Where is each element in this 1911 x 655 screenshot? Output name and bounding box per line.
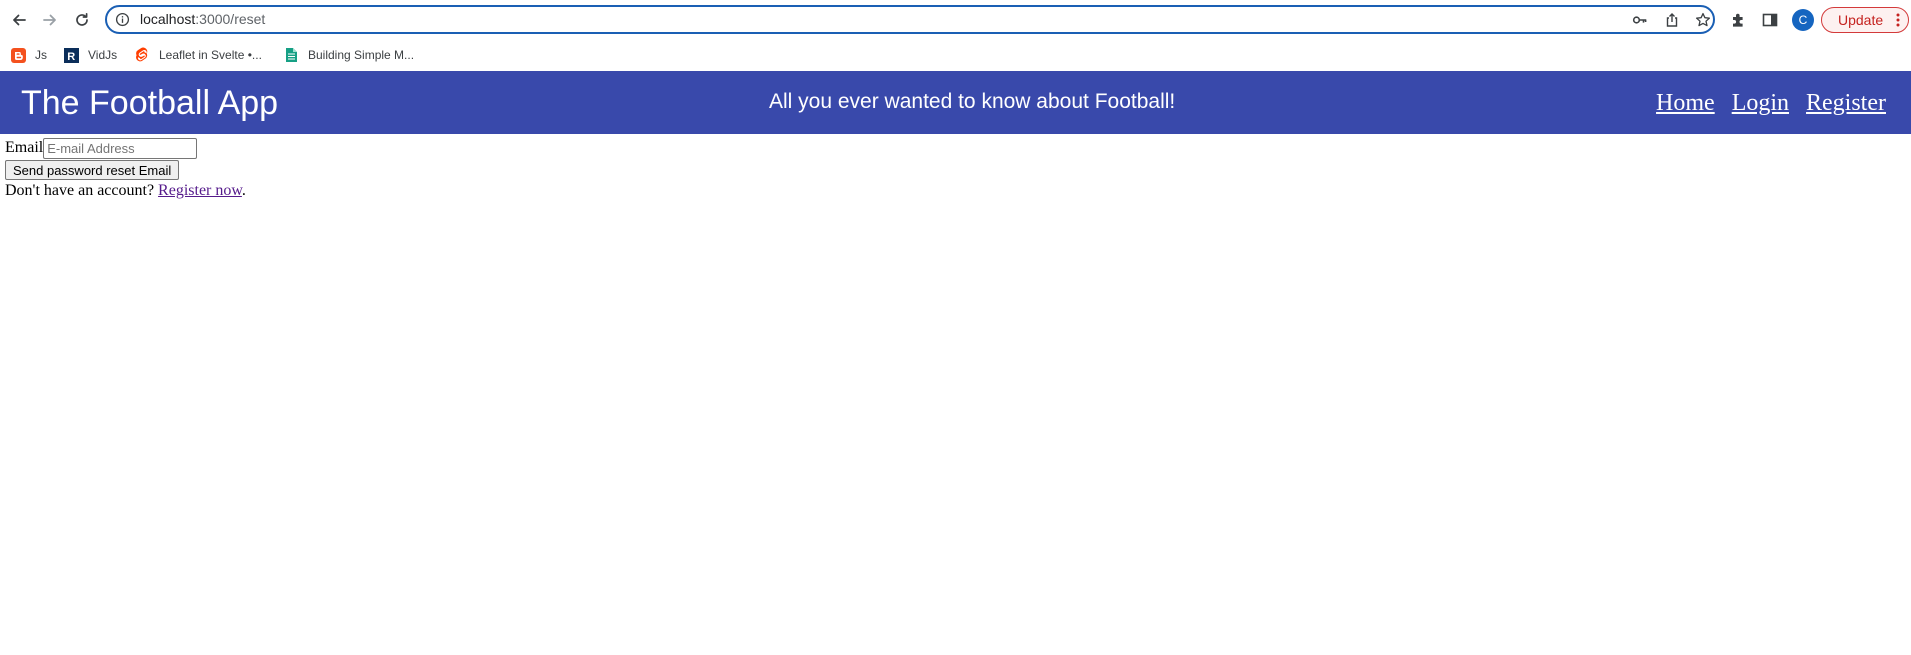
forward-button[interactable]: [38, 8, 62, 32]
nav-register-link[interactable]: Register: [1806, 88, 1886, 118]
app-tagline: All you ever wanted to know about Footba…: [769, 90, 1176, 113]
bookmark-label: Building Simple M...: [308, 48, 415, 62]
share-icon: [1666, 13, 1678, 27]
browser-toolbar: localhost:3000/reset C Update: [0, 0, 1911, 40]
star-icon: [1695, 12, 1711, 27]
bookmark-leaflet-svelte[interactable]: Leaflet in Svelte •...: [134, 44, 262, 66]
side-panel-button[interactable]: [1759, 9, 1781, 31]
address-bar[interactable]: localhost:3000/reset: [105, 5, 1715, 34]
bookmark-star-button[interactable]: [1695, 12, 1711, 28]
key-icon: [1632, 16, 1647, 24]
url-path: :3000/reset: [195, 11, 266, 27]
register-prompt-period: .: [241, 182, 246, 199]
svelte-icon: [134, 47, 150, 63]
reset-password-form: Email Send password reset Email Don't ha…: [5, 137, 246, 201]
main-nav: Home Login Register: [1656, 88, 1886, 118]
side-panel-icon: [1762, 13, 1778, 27]
profile-avatar[interactable]: C: [1792, 9, 1814, 31]
more-vert-icon: [1896, 13, 1900, 27]
url-host: localhost: [140, 11, 196, 27]
info-icon[interactable]: [115, 12, 130, 27]
password-key-button[interactable]: [1632, 12, 1648, 28]
nav-login-link[interactable]: Login: [1732, 88, 1789, 118]
email-row: Email: [5, 137, 246, 159]
bookmark-label: Leaflet in Svelte •...: [159, 48, 262, 62]
bookmark-vidjs[interactable]: R VidJs: [63, 44, 117, 66]
register-prompt-text: Don't have an account?: [5, 182, 155, 199]
puzzle-icon: [1733, 13, 1743, 27]
extensions-button[interactable]: [1728, 9, 1750, 31]
r-logo-icon: R: [63, 47, 79, 63]
register-now-link[interactable]: Register now: [158, 182, 242, 199]
bookmark-js[interactable]: Js: [10, 44, 47, 66]
email-label: Email: [5, 139, 44, 156]
bookmarks-bar: Js R VidJs Leaflet in Svelte •... Buildi…: [0, 40, 1911, 70]
send-reset-email-button[interactable]: Send password reset Email: [5, 160, 180, 180]
bookmark-label: VidJs: [88, 48, 118, 62]
reload-button[interactable]: [70, 8, 94, 32]
app-header: The Football App All you ever wanted to …: [0, 71, 1911, 134]
bookmark-label: Js: [35, 48, 47, 62]
bookmark-building-simple[interactable]: Building Simple M...: [283, 44, 414, 66]
email-input[interactable]: [43, 137, 198, 159]
nav-home-link[interactable]: Home: [1656, 88, 1715, 118]
svg-text:R: R: [67, 51, 75, 63]
register-prompt: Don't have an account? Register now.: [5, 181, 246, 201]
blogger-icon: [10, 47, 26, 63]
back-button[interactable]: [7, 8, 31, 32]
share-button[interactable]: [1664, 12, 1680, 28]
app-title: The Football App: [21, 84, 279, 122]
update-label: Update: [1838, 12, 1884, 28]
update-button[interactable]: Update: [1821, 7, 1909, 33]
arrow-right-icon: [43, 14, 56, 26]
reload-icon: [76, 12, 88, 26]
arrow-left-icon: [13, 14, 26, 26]
url-text: localhost:3000/reset: [140, 11, 265, 27]
document-icon: [283, 47, 299, 63]
